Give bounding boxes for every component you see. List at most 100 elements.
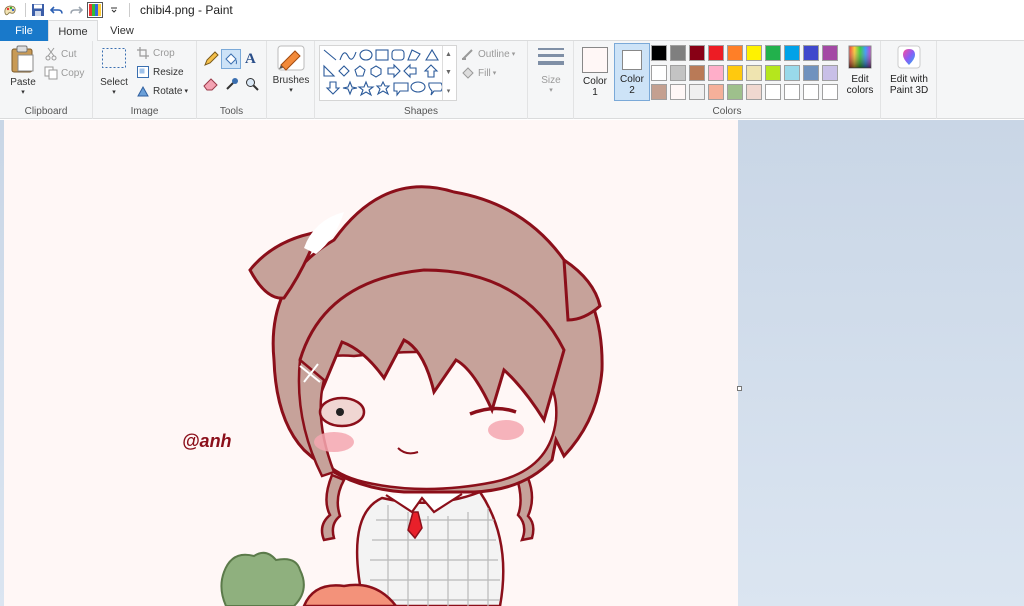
palette-swatch[interactable]: [689, 45, 705, 61]
paint3d-icon: [897, 45, 921, 69]
color1-button[interactable]: Color 1: [578, 45, 612, 101]
color2-label-line2: 2: [629, 85, 635, 96]
scroll-down-icon[interactable]: ▼: [445, 69, 452, 76]
palette-swatch[interactable]: [822, 45, 838, 61]
palette-swatch[interactable]: [651, 84, 667, 100]
eraser-tool[interactable]: [203, 77, 219, 91]
tab-home[interactable]: Home: [48, 20, 98, 42]
outline-icon: [462, 49, 473, 60]
colors-group-label: Colors: [712, 106, 742, 117]
brushes-button[interactable]: Brushes ▾: [271, 45, 311, 101]
edit-colors-label-line2: colors: [846, 85, 874, 96]
clipboard-group-label: Clipboard: [24, 106, 68, 117]
palette-swatch[interactable]: [765, 65, 781, 81]
hair-strand-right: [514, 473, 535, 542]
canvas-resize-handle[interactable]: [737, 386, 742, 391]
palette-swatch[interactable]: [651, 45, 667, 61]
ribbon: Paste ▾ Cut Copy Clipboard Select ▾ Crop…: [0, 41, 1024, 119]
brushes-label: Brushes: [272, 75, 310, 86]
redo-icon[interactable]: [68, 2, 84, 18]
color-picker-tool[interactable]: [225, 77, 239, 91]
edit-3d-label-line1: Edit with: [890, 74, 928, 85]
color2-swatch: [622, 50, 642, 70]
palette-swatch[interactable]: [784, 84, 800, 100]
palette-swatch[interactable]: [708, 84, 724, 100]
palette-swatch[interactable]: [727, 84, 743, 100]
drawing-canvas[interactable]: @anh: [4, 120, 738, 606]
tab-view[interactable]: View: [98, 20, 146, 41]
pencil-tool[interactable]: [203, 51, 219, 67]
fill-tool[interactable]: [221, 49, 241, 69]
palette-swatch[interactable]: [822, 84, 838, 100]
outline-dropdown-icon: ▾: [511, 51, 516, 58]
separator: [129, 3, 130, 17]
palette-swatch[interactable]: [689, 84, 705, 100]
shapes-group-label: Shapes: [404, 106, 438, 117]
outline-label: Outline: [478, 48, 510, 60]
rotate-icon: [137, 85, 149, 97]
rotate-label: Rotate: [153, 85, 183, 97]
magnifier-tool[interactable]: [245, 77, 259, 91]
palette-swatch[interactable]: [670, 84, 686, 100]
resize-label: Resize: [153, 66, 184, 78]
scroll-up-icon[interactable]: ▲: [445, 51, 452, 58]
line-size-icon: [538, 48, 564, 65]
palette-swatch[interactable]: [784, 45, 800, 61]
colors-group: Color 1 Color 2 Edit colors Colors: [574, 41, 881, 119]
paint-bucket-icon: [225, 53, 237, 65]
palette-swatch[interactable]: [746, 65, 762, 81]
expand-gallery-icon[interactable]: ▾: [447, 87, 451, 95]
palette-swatch[interactable]: [803, 84, 819, 100]
outline-button[interactable]: Outline ▾: [461, 47, 515, 61]
palette-swatch[interactable]: [708, 65, 724, 81]
customize-quick-access-icon[interactable]: [106, 2, 122, 18]
tab-file[interactable]: File: [0, 20, 48, 41]
palette-swatch[interactable]: [708, 45, 724, 61]
undo-icon[interactable]: [49, 2, 65, 18]
resize-icon: [137, 66, 149, 78]
color1-label-line1: Color: [583, 76, 607, 87]
palette-swatch[interactable]: [651, 65, 667, 81]
palette-swatch[interactable]: [803, 65, 819, 81]
cut-button[interactable]: Cut: [44, 47, 77, 61]
color2-button[interactable]: Color 2: [614, 43, 650, 101]
shapes-gallery[interactable]: [319, 45, 457, 101]
resize-button[interactable]: Resize: [137, 66, 184, 78]
palette-swatch[interactable]: [727, 45, 743, 61]
shapes-scroll[interactable]: ▲ ▼ ▾: [442, 46, 454, 100]
edit-colors-button[interactable]: Edit colors: [842, 45, 878, 101]
select-label: Select: [100, 77, 128, 88]
watermark-text: @anh: [182, 431, 232, 451]
palette-swatch[interactable]: [727, 65, 743, 81]
palette-swatch[interactable]: [822, 65, 838, 81]
palette-swatch[interactable]: [689, 65, 705, 81]
edit-3d-label-line2: Paint 3D: [889, 85, 929, 96]
fill-button[interactable]: Fill ▾: [461, 66, 496, 80]
palette-swatch[interactable]: [765, 84, 781, 100]
paste-button[interactable]: Paste ▾: [8, 45, 38, 101]
paint-app-icon[interactable]: [2, 2, 18, 18]
palette-swatch[interactable]: [670, 45, 686, 61]
eyedropper-icon: [226, 78, 238, 90]
fill-dropdown-icon: ▾: [492, 70, 497, 77]
save-icon[interactable]: [30, 2, 46, 18]
color-palette-quick-icon[interactable]: [87, 2, 103, 18]
text-tool[interactable]: A: [245, 51, 256, 68]
size-button[interactable]: Size ▾: [534, 45, 568, 101]
crop-icon: [137, 47, 149, 59]
pencil-icon: [204, 51, 219, 66]
palette-swatch[interactable]: [803, 45, 819, 61]
palette-swatch[interactable]: [746, 45, 762, 61]
edit-with-paint3d-button[interactable]: Edit with Paint 3D: [884, 45, 934, 101]
copy-button[interactable]: Copy: [44, 66, 84, 80]
tools-group-label: Tools: [219, 106, 244, 117]
leaf: [220, 551, 305, 606]
crop-button[interactable]: Crop: [137, 47, 175, 59]
select-button[interactable]: Select ▾: [99, 47, 129, 103]
palette-swatch[interactable]: [765, 45, 781, 61]
palette-swatch[interactable]: [746, 84, 762, 100]
rotate-button[interactable]: Rotate ▾: [137, 85, 188, 97]
palette-swatch[interactable]: [670, 65, 686, 81]
palette-swatch[interactable]: [784, 65, 800, 81]
size-group: Size ▾: [528, 41, 574, 119]
